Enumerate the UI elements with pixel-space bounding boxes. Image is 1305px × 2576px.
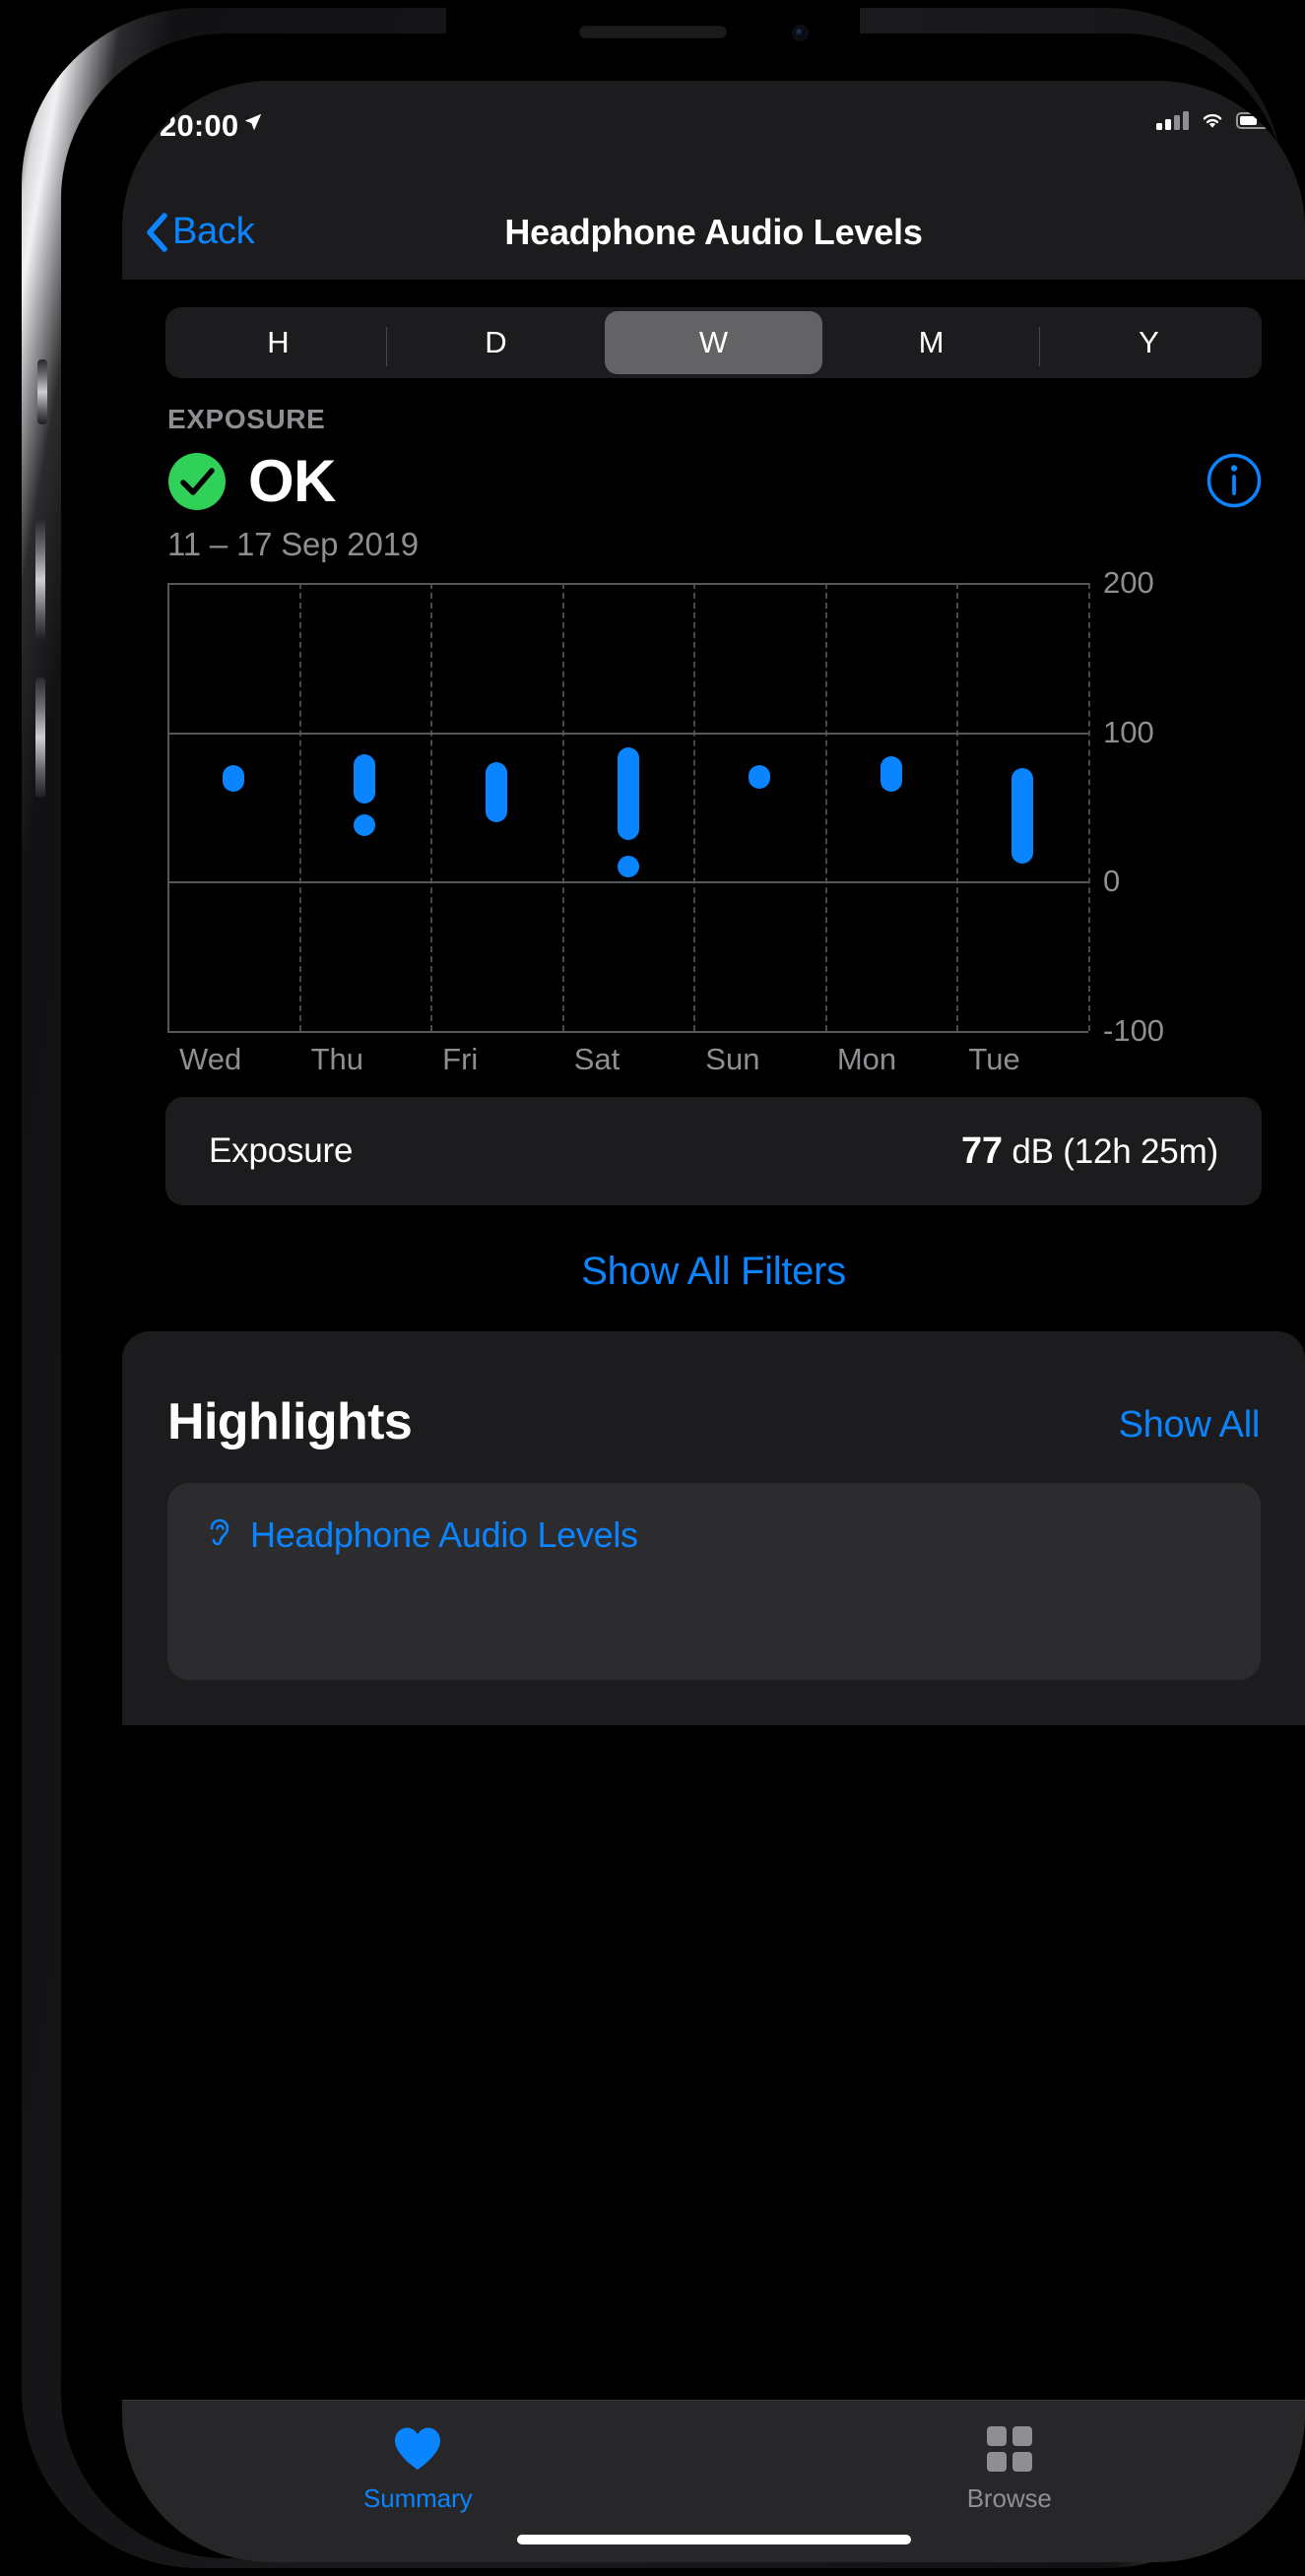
exposure-summary-card[interactable]: Exposure 77 dB (12h 25m) [165,1097,1262,1205]
segment-d-label: D [485,325,507,359]
highlight-card-title: Headphone Audio Levels [250,1514,638,1555]
silent-switch[interactable] [37,359,47,424]
chart-x-axis-tick: Sat [573,1042,620,1076]
chart-range-bar[interactable] [485,762,507,822]
chart-horizontal-gridline [167,583,1088,585]
status-bar-time: 20:00 [160,108,239,143]
highlights-panel: Highlights Show All Headphone Audio Leve… [122,1331,1305,1725]
device-notch [445,6,860,68]
battery-icon [1236,111,1272,129]
segment-d[interactable]: D [387,311,605,374]
home-indicator[interactable] [516,2535,911,2544]
chart-x-axis-tick: Thu [310,1042,363,1076]
chart-vertical-gridline [561,583,564,1031]
device-frame: 20:00 Back Headphone Audio Levels H D W … [22,6,1305,2568]
exposure-card-value: 77 dB (12h 25m) [961,1130,1218,1173]
device-screen: 20:00 Back Headphone Audio Levels H D W … [122,81,1305,2562]
battery-fill [1240,115,1257,125]
chart-vertical-gridline [824,583,827,1031]
volume-down-button[interactable] [35,677,45,798]
page-title: Headphone Audio Levels [504,211,923,252]
navigation-bar: Back Headphone Audio Levels [122,184,1305,280]
cellular-signal-icon [1156,110,1189,130]
segment-y[interactable]: Y [1040,311,1258,374]
segment-y-label: Y [1139,325,1159,359]
checkmark-circle-icon [168,452,226,510]
chart-range-bar[interactable] [1011,768,1034,865]
chart-range-bar[interactable] [617,746,639,840]
show-all-filters-button[interactable]: Show All Filters [122,1250,1305,1294]
info-circle-icon[interactable] [1207,453,1262,508]
chart-vertical-gridline [167,583,169,1031]
segment-m-label: M [918,325,945,359]
chart-range-bar[interactable] [880,755,902,793]
segment-h-label: H [267,325,290,359]
chart-vertical-gridline [693,583,696,1031]
status-bar-indicators [1156,110,1272,130]
chart-x-axis-tick: Sun [705,1042,760,1076]
chart-horizontal-gridline [167,732,1088,735]
chart-vertical-gridline [956,583,959,1031]
earpiece-speaker [578,26,727,38]
highlight-card[interactable]: Headphone Audio Levels [167,1483,1261,1680]
chart-data-point[interactable] [617,856,639,878]
status-bar: 20:00 [122,81,1305,184]
exposure-status-text: OK [248,448,337,514]
date-range-label: 11 – 17 Sep 2019 [167,526,419,562]
chart-horizontal-gridline [167,881,1088,884]
chart-x-axis-tick: Tue [968,1042,1020,1076]
chart-range-bar[interactable] [749,765,771,790]
time-range-segmented-control[interactable]: H D W M Y [165,307,1262,378]
chart-x-axis-tick: Fri [442,1042,479,1076]
chart-y-axis-tick: -100 [1103,1013,1165,1048]
highlight-card-header: Headphone Audio Levels [203,1514,638,1556]
chart-range-bar[interactable] [354,754,376,805]
tab-browse-label: Browse [966,2483,1052,2513]
chart-horizontal-gridline [167,1031,1088,1033]
tab-summary-label: Summary [362,2483,473,2513]
chart-plot-area [167,583,1090,1033]
segment-w[interactable]: W [605,311,822,374]
content-area: H D W M Y EXPOSURE OK 11 – 17 Sep 2019 2… [122,280,1305,2562]
chart-x-axis-tick: Wed [179,1042,242,1076]
device-bezel: 20:00 Back Headphone Audio Levels H D W … [61,33,1305,2562]
health-app: 20:00 Back Headphone Audio Levels H D W … [122,81,1305,2562]
ear-audio-icon [210,1518,229,1546]
grid-squares-icon [985,2422,1034,2476]
location-arrow-icon [244,113,262,131]
exposure-card-label: Exposure [209,1131,354,1170]
segment-m[interactable]: M [822,311,1040,374]
volume-up-button[interactable] [35,520,45,640]
chart-data-point[interactable] [354,813,376,836]
highlights-title: Highlights [167,1393,413,1450]
chart-vertical-gridline [1088,583,1090,1031]
chart-vertical-gridline [298,583,301,1031]
exposure-card-number: 77 [960,1129,1003,1172]
highlights-show-all-button[interactable]: Show All [1119,1404,1261,1447]
exposure-section-label: EXPOSURE [167,404,326,434]
segment-h[interactable]: H [169,311,387,374]
exposure-status-row: OK [167,447,337,515]
chart-range-bar[interactable] [222,765,244,793]
exposure-card-unit: dB (12h 25m) [1002,1131,1218,1171]
audio-levels-chart[interactable]: 200 100 0 -100 Wed Thu Fri Sat Sun Mon Tue [167,565,1261,1076]
chart-vertical-gridline [430,583,433,1031]
chart-x-axis-tick: Mon [836,1042,897,1076]
heart-icon [392,2422,443,2476]
chart-y-axis-tick: 0 [1103,864,1121,899]
front-camera [791,25,809,41]
wifi-icon [1203,113,1222,128]
chart-y-axis-tick: 200 [1103,565,1154,600]
segment-w-label: W [698,325,729,359]
chart-y-axis-tick: 100 [1103,714,1154,749]
